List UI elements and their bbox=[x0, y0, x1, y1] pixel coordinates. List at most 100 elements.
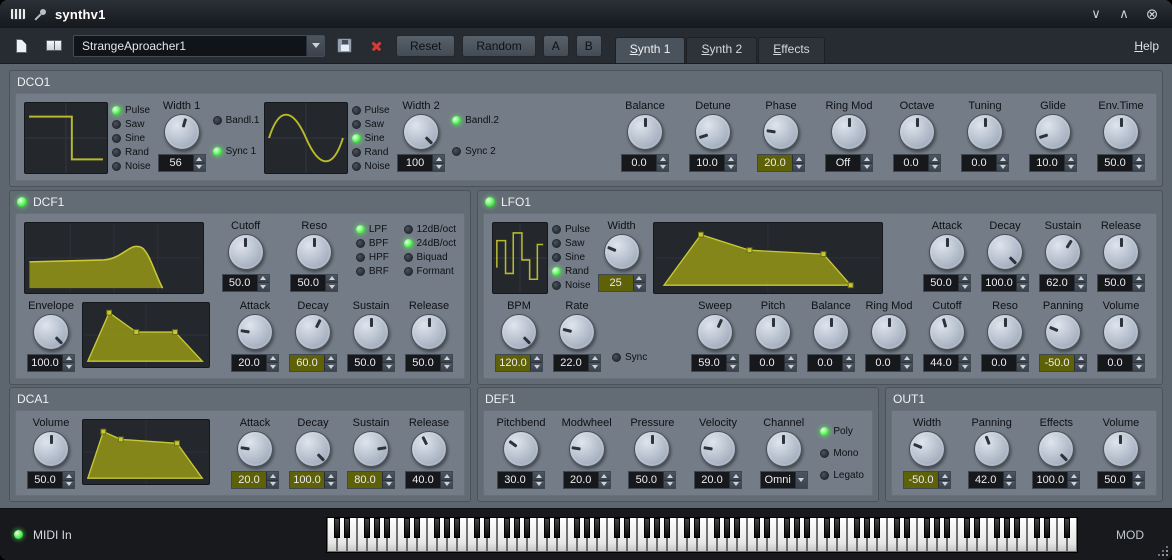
piano-black-key[interactable] bbox=[714, 518, 720, 538]
knob-lfo1-sweep[interactable] bbox=[697, 314, 733, 350]
knob-dco1-ring-mod[interactable] bbox=[831, 114, 867, 150]
spin-up-icon[interactable] bbox=[267, 472, 278, 480]
knob-dco1-env-time[interactable] bbox=[1103, 114, 1139, 150]
piano-black-key[interactable] bbox=[474, 518, 480, 538]
spinbox-dco1-octave[interactable]: 0.0 bbox=[893, 154, 941, 172]
spin-arrows[interactable] bbox=[440, 355, 452, 371]
piano-black-key[interactable] bbox=[454, 518, 460, 538]
spinbox-lfo1-panning[interactable]: -50.0 bbox=[1039, 354, 1087, 372]
spin-arrows[interactable] bbox=[900, 355, 912, 371]
spinbox-lfo1-balance[interactable]: 0.0 bbox=[807, 354, 855, 372]
spin-arrows[interactable] bbox=[633, 275, 645, 291]
spin-down-icon[interactable] bbox=[441, 362, 452, 371]
piano-black-key[interactable] bbox=[994, 518, 1000, 538]
lfo1-led[interactable] bbox=[485, 197, 495, 207]
knob-lfo1-sustain[interactable] bbox=[1045, 234, 1081, 270]
piano-black-key[interactable] bbox=[584, 518, 590, 538]
spin-up-icon[interactable] bbox=[730, 472, 741, 480]
piano-black-key[interactable] bbox=[544, 518, 550, 538]
radio-lpf[interactable]: LPF bbox=[356, 224, 389, 236]
spinbox-dcf1-decay[interactable]: 60.0 bbox=[289, 354, 337, 372]
piano-black-key[interactable] bbox=[934, 518, 940, 538]
spin-up-icon[interactable] bbox=[939, 472, 950, 480]
piano-black-key[interactable] bbox=[724, 518, 730, 538]
spinbox-lfo1-decay[interactable]: 100.0 bbox=[981, 274, 1029, 292]
spin-down-icon[interactable] bbox=[793, 163, 804, 172]
spinbox-dco1-glide[interactable]: 10.0 bbox=[1029, 154, 1077, 172]
spin-arrows[interactable] bbox=[1132, 355, 1144, 371]
spin-up-icon[interactable] bbox=[997, 155, 1008, 163]
piano-black-key[interactable] bbox=[374, 518, 380, 538]
spinbox-lfo1-sweep[interactable]: 59.0 bbox=[691, 354, 739, 372]
piano-black-key[interactable] bbox=[414, 518, 420, 538]
knob-dco1-width-1[interactable] bbox=[164, 114, 200, 150]
knob-dco1-octave[interactable] bbox=[899, 114, 935, 150]
maximize-icon[interactable] bbox=[1114, 6, 1134, 22]
spinbox-dco1-detune[interactable]: 10.0 bbox=[689, 154, 737, 172]
piano-black-key[interactable] bbox=[854, 518, 860, 538]
knob-out1-width[interactable] bbox=[909, 431, 945, 467]
spin-arrows[interactable] bbox=[842, 355, 854, 371]
spin-up-icon[interactable] bbox=[599, 472, 610, 480]
spin-arrows[interactable] bbox=[325, 275, 337, 291]
spin-down-icon[interactable] bbox=[1133, 480, 1144, 489]
piano-black-key[interactable] bbox=[514, 518, 520, 538]
radio-12db-oct[interactable]: 12dB/oct bbox=[404, 224, 456, 236]
spinbox-def1-modwheel[interactable]: 20.0 bbox=[563, 471, 611, 489]
piano-black-key[interactable] bbox=[924, 518, 930, 538]
spin-down-icon[interactable] bbox=[589, 362, 600, 371]
spin-up-icon[interactable] bbox=[901, 355, 912, 363]
knob-dca1-release[interactable] bbox=[411, 431, 447, 467]
spin-down-icon[interactable] bbox=[326, 282, 337, 291]
spin-arrows[interactable] bbox=[1067, 472, 1079, 488]
spin-up-icon[interactable] bbox=[1017, 275, 1028, 283]
radio-mono[interactable]: Mono bbox=[820, 447, 864, 459]
piano-black-key[interactable] bbox=[434, 518, 440, 538]
open-preset-button[interactable] bbox=[41, 33, 66, 58]
piano-black-key[interactable] bbox=[644, 518, 650, 538]
spin-up-icon[interactable] bbox=[959, 355, 970, 363]
spin-arrows[interactable] bbox=[532, 472, 544, 488]
piano-black-key[interactable] bbox=[594, 518, 600, 538]
spin-down-icon[interactable] bbox=[861, 163, 872, 172]
spinbox-dca1-release[interactable]: 40.0 bbox=[405, 471, 453, 489]
knob-dco1-glide[interactable] bbox=[1035, 114, 1071, 150]
spin-arrows[interactable] bbox=[588, 355, 600, 371]
spinbox-lfo1-cutoff[interactable]: 44.0 bbox=[923, 354, 971, 372]
spinbox-lfo1-sustain[interactable]: 62.0 bbox=[1039, 274, 1087, 292]
knob-dco1-width-2[interactable] bbox=[403, 114, 439, 150]
knob-out1-effects[interactable] bbox=[1038, 431, 1074, 467]
spin-down-icon[interactable] bbox=[1075, 362, 1086, 371]
spin-down-icon[interactable] bbox=[997, 163, 1008, 172]
spin-up-icon[interactable] bbox=[861, 155, 872, 163]
spin-arrows[interactable] bbox=[1132, 275, 1144, 291]
radio-legato[interactable]: Legato bbox=[820, 469, 864, 481]
radio-bandl-2[interactable]: Bandl.2 bbox=[452, 114, 499, 126]
radio-bpf[interactable]: BPF bbox=[356, 238, 389, 250]
spinbox-dcf1-release[interactable]: 50.0 bbox=[405, 354, 453, 372]
piano-black-key[interactable] bbox=[894, 518, 900, 538]
knob-lfo1-balance[interactable] bbox=[813, 314, 849, 350]
a-button[interactable]: A bbox=[543, 35, 569, 57]
spin-down-icon[interactable] bbox=[901, 362, 912, 371]
spinbox-dca1-volume[interactable]: 50.0 bbox=[27, 471, 75, 489]
spin-down-icon[interactable] bbox=[725, 163, 736, 172]
spin-arrows[interactable] bbox=[958, 355, 970, 371]
dcf1-led[interactable] bbox=[17, 197, 27, 207]
spin-up-icon[interactable] bbox=[258, 275, 269, 283]
piano-black-key[interactable] bbox=[614, 518, 620, 538]
spin-down-icon[interactable] bbox=[433, 163, 444, 172]
knob-out1-volume[interactable] bbox=[1103, 431, 1139, 467]
piano-black-key[interactable] bbox=[784, 518, 790, 538]
spin-down-icon[interactable] bbox=[267, 362, 278, 371]
spin-arrows[interactable] bbox=[257, 275, 269, 291]
spin-up-icon[interactable] bbox=[1004, 472, 1015, 480]
spin-arrows[interactable] bbox=[1016, 275, 1028, 291]
knob-lfo1-reso[interactable] bbox=[987, 314, 1023, 350]
spinbox-lfo1-width[interactable]: 25 bbox=[598, 274, 646, 292]
radio-noise[interactable]: Noise bbox=[552, 280, 591, 292]
piano-black-key[interactable] bbox=[334, 518, 340, 538]
spin-down-icon[interactable] bbox=[267, 480, 278, 489]
spin-arrows[interactable] bbox=[432, 155, 444, 171]
delete-preset-button[interactable] bbox=[364, 33, 389, 58]
